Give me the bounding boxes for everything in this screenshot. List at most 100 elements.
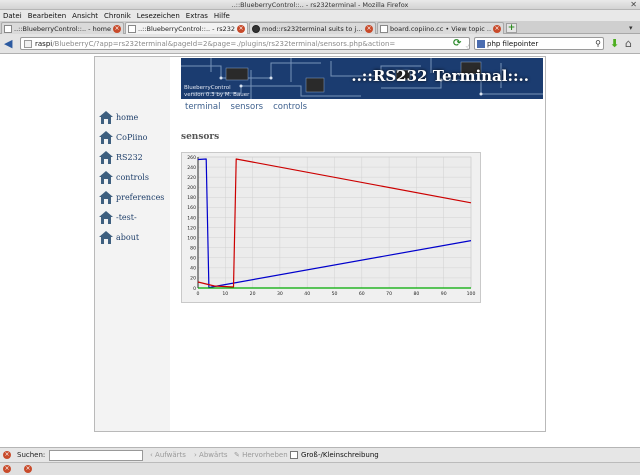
house-icon — [99, 111, 113, 124]
house-icon — [99, 151, 113, 164]
page-favicon-icon — [128, 24, 136, 33]
search-bar[interactable]: php filepointer ⚲ — [474, 37, 604, 50]
y-tick-label: 160 — [187, 205, 196, 211]
search-engine-icon[interactable] — [477, 39, 485, 48]
navigation-toolbar: ◀ raspi /BlueberryC/?app=rs232terminal&p… — [0, 34, 640, 54]
y-tick-label: 200 — [187, 185, 196, 191]
x-tick-label: 50 — [332, 291, 338, 297]
find-next-label: Abwärts — [199, 451, 228, 459]
window-close-icon[interactable]: ✕ — [630, 0, 637, 9]
x-tick-label: 20 — [250, 291, 256, 297]
tab-home[interactable]: ..::BlueberryControl::.. - home × — [1, 22, 124, 34]
sidebar-item-test[interactable]: -test- — [99, 211, 137, 224]
find-bar: × Suchen: ‹ Aufwärts › Abwärts ✎ Hervorh… — [0, 447, 640, 462]
x-tick-label: 90 — [441, 291, 447, 297]
tab-label: ..::BlueberryControl::.. - home — [14, 24, 111, 33]
nav-link-controls[interactable]: controls — [273, 102, 307, 112]
tab-label: mod::rs232terminal suits to j... — [262, 24, 363, 33]
sidebar-item-label: -test- — [116, 213, 137, 222]
nav-link-terminal[interactable]: terminal — [185, 102, 221, 112]
addon-error-icon[interactable]: × — [3, 465, 11, 473]
highlight-all-button[interactable]: ✎ Hervorheben — [234, 451, 288, 459]
sidebar-item-preferences[interactable]: preferences — [99, 191, 164, 204]
x-tick-label: 80 — [413, 291, 419, 297]
y-tick-label: 0 — [193, 286, 196, 292]
sidebar-item-rs232[interactable]: RS232 — [99, 151, 143, 164]
new-tab-plus-icon[interactable]: + — [506, 23, 517, 33]
sidebar-item-home[interactable]: home — [99, 111, 138, 124]
x-tick-label: 70 — [386, 291, 392, 297]
highlight-all-label: Hervorheben — [242, 451, 288, 459]
sidebar: home CoPiino RS232 controls preferences … — [95, 57, 170, 431]
banner-title: ..::RS232 Terminal::.. — [351, 67, 529, 85]
y-tick-label: 20 — [190, 276, 196, 282]
tab-close-icon[interactable]: × — [493, 24, 501, 33]
banner-subtitle: BlueberryControl version 0.3 by M. Bauer — [184, 85, 249, 98]
tab-close-icon[interactable]: × — [237, 24, 245, 33]
menu-datei[interactable]: Datei — [3, 12, 22, 20]
tab-close-icon[interactable]: × — [113, 24, 121, 33]
find-previous-button[interactable]: ‹ Aufwärts — [150, 451, 186, 459]
address-bar[interactable]: raspi /BlueberryC/?app=rs232terminal&pag… — [20, 37, 470, 50]
house-icon — [99, 131, 113, 144]
house-icon — [99, 171, 113, 184]
page-title: sensors — [181, 132, 220, 142]
tab-close-icon[interactable]: × — [365, 24, 373, 33]
top-navigation: terminal sensors controls — [185, 102, 307, 112]
web-page: home CoPiino RS232 controls preferences … — [94, 56, 546, 432]
menu-extras[interactable]: Extras — [186, 12, 208, 20]
page-favicon-icon — [4, 24, 12, 33]
sensor-chart: 0 20 40 60 80 100 120 140 160 180 200 220 240 260 0 10 2… — [181, 152, 481, 303]
binoculars-icon[interactable]: ⚲ — [595, 39, 601, 48]
menu-chronik[interactable]: Chronik — [104, 12, 131, 20]
bookmark-star-icon[interactable]: ☆ — [465, 43, 469, 49]
site-identity-icon[interactable] — [24, 39, 32, 48]
house-icon — [99, 211, 113, 224]
menu-hilfe[interactable]: Hilfe — [214, 12, 230, 20]
reload-icon[interactable]: ⟳ — [453, 38, 461, 49]
menu-bar: Datei Bearbeiten Ansicht Chronik Lesezei… — [0, 10, 640, 21]
x-tick-label: 30 — [277, 291, 283, 297]
match-case-checkbox[interactable] — [290, 451, 298, 459]
y-tick-label: 100 — [187, 235, 196, 241]
tab-board-copiino[interactable]: board.copiino.cc • View topic ... × — [377, 22, 504, 34]
nav-link-sensors[interactable]: sensors — [231, 102, 264, 112]
find-input[interactable] — [49, 450, 143, 461]
download-arrow-icon[interactable]: ⬇ — [610, 37, 619, 50]
sidebar-item-label: RS232 — [116, 153, 143, 162]
sidebar-item-label: controls — [116, 173, 149, 182]
find-previous-label: Aufwärts — [155, 451, 186, 459]
y-tick-label: 140 — [187, 215, 196, 221]
y-tick-label: 180 — [187, 195, 196, 201]
y-tick-label: 260 — [187, 155, 196, 161]
tab-list-chevron-down-icon[interactable]: ▾ — [629, 24, 633, 32]
site-banner: ..::RS232 Terminal::.. BlueberryControl … — [181, 58, 543, 99]
y-tick-label: 80 — [190, 245, 196, 251]
x-tick-label: 40 — [304, 291, 310, 297]
find-next-button[interactable]: › Abwärts — [194, 451, 228, 459]
y-tick-label: 220 — [187, 175, 196, 181]
sidebar-item-label: home — [116, 113, 139, 122]
tab-label: board.copiino.cc • View topic ... — [390, 24, 491, 33]
sidebar-item-controls[interactable]: controls — [99, 171, 149, 184]
tab-mod-rs232[interactable]: mod::rs232terminal suits to j... × — [249, 22, 376, 34]
banner-subtitle-line: version 0.3 by M. Bauer — [184, 91, 250, 98]
tab-rs232[interactable]: ..::BlueberryControl::.. - rs232... × — [125, 22, 248, 34]
browser-viewport: home CoPiino RS232 controls preferences … — [0, 54, 640, 447]
y-tick-label: 240 — [187, 165, 196, 171]
menu-bearbeiten[interactable]: Bearbeiten — [28, 12, 66, 20]
back-arrow-icon[interactable]: ◀ — [4, 38, 16, 50]
find-bar-close-icon[interactable]: × — [3, 451, 11, 459]
window-title: ..::BlueberryControl::.. - rs232terminal… — [231, 1, 409, 9]
github-icon — [252, 24, 260, 33]
sidebar-item-label: about — [116, 233, 140, 242]
sidebar-item-copiino[interactable]: CoPiino — [99, 131, 147, 144]
addon-error-icon[interactable]: × — [24, 465, 32, 473]
home-icon[interactable]: ⌂ — [625, 37, 632, 50]
sidebar-item-about[interactable]: about — [99, 231, 139, 244]
search-input[interactable]: php filepointer — [487, 40, 595, 48]
menu-ansicht[interactable]: Ansicht — [72, 12, 98, 20]
menu-lesezeichen[interactable]: Lesezeichen — [137, 12, 180, 20]
x-tick-label: 100 — [467, 291, 476, 297]
house-icon — [99, 191, 113, 204]
